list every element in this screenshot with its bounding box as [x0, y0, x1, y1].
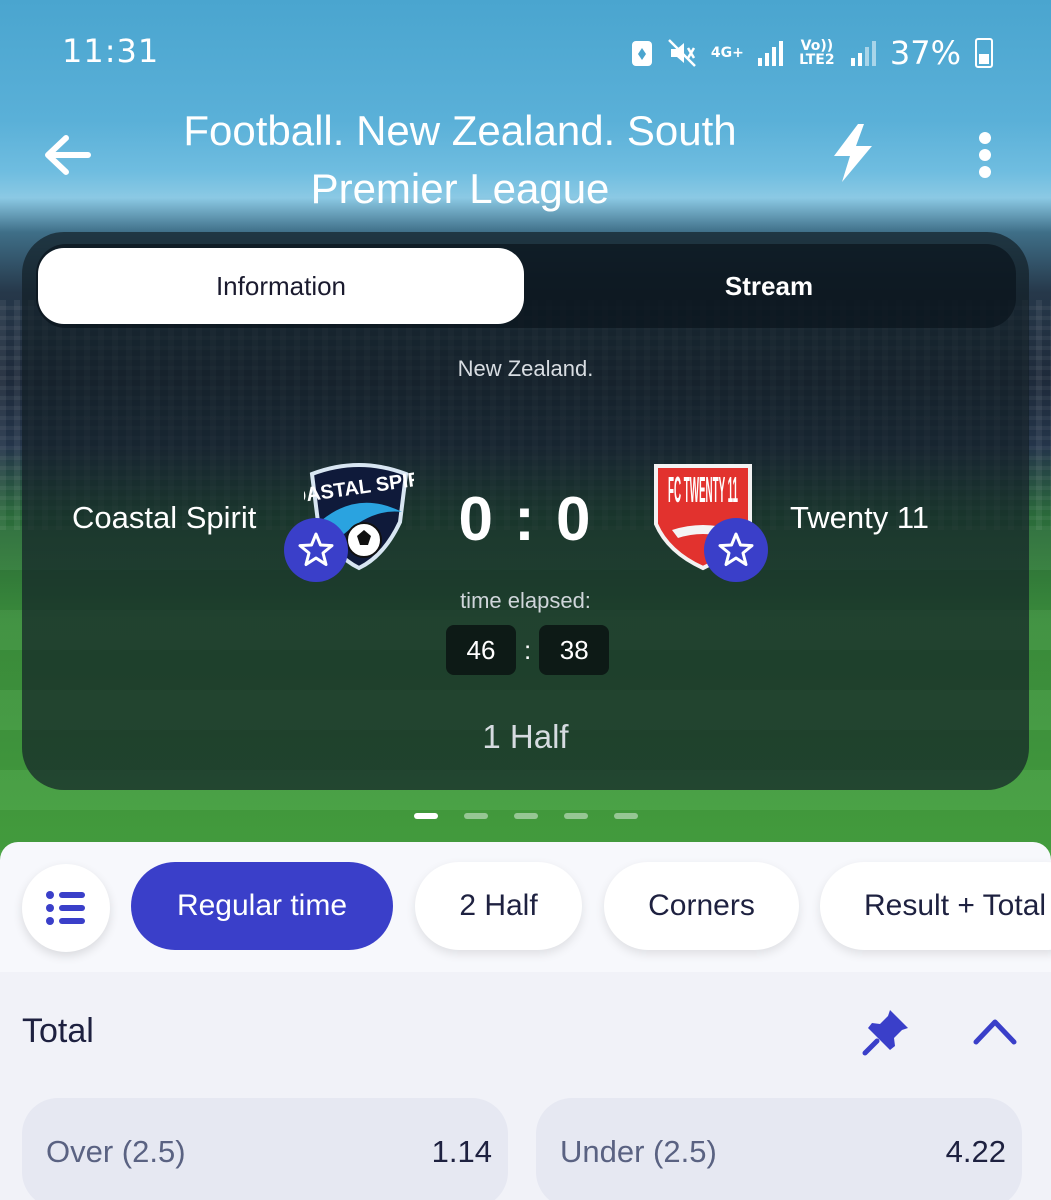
info-tabs: Information Stream: [36, 244, 1016, 328]
market-title: Total: [22, 1012, 94, 1050]
carousel-indicator: [414, 813, 638, 819]
outcome-label: Under (2.5): [560, 1134, 717, 1169]
list-icon: [46, 891, 85, 925]
carousel-dot[interactable]: [414, 813, 438, 819]
app-notification-icon: [631, 38, 653, 68]
market-filter-bar: Regular time 2 Half Corners Result + Tot…: [0, 842, 1051, 972]
carousel-dot[interactable]: [514, 813, 538, 819]
status-clock: 11:31: [62, 32, 160, 70]
network-4g-label: 4G+: [710, 45, 744, 61]
mute-icon: [667, 38, 697, 68]
app-header: Football. New Zealand. South Premier Lea…: [0, 100, 1051, 215]
status-bar: 11:31 4G+ Vo)) LTE2 37%: [0, 22, 1051, 78]
collapse-market-button[interactable]: [970, 1012, 1020, 1048]
timer-seconds: 38: [539, 625, 610, 675]
lightning-icon: [834, 124, 872, 182]
outcome-under[interactable]: Under (2.5) 4.22: [536, 1098, 1022, 1200]
away-logo-text: FC TWENTY 11: [668, 469, 738, 510]
battery-percent: 37%: [889, 34, 961, 72]
away-team-name: Twenty 11: [790, 500, 930, 535]
pin-icon: [862, 1010, 908, 1056]
outcome-label: Over (2.5): [46, 1134, 186, 1169]
away-favorite-button[interactable]: [704, 518, 768, 582]
match-timer: 46 : 38: [446, 625, 610, 675]
market-list-button[interactable]: [22, 864, 110, 952]
chevron-up-icon: [973, 1019, 1017, 1045]
carousel-dot[interactable]: [464, 813, 488, 819]
signal-strength-icon: [757, 40, 783, 66]
pin-market-button[interactable]: [862, 1006, 912, 1056]
page-title: Football. New Zealand. South Premier Lea…: [183, 107, 737, 212]
carousel-dot[interactable]: [564, 813, 588, 819]
match-card: Information Stream New Zealand. Coastal …: [22, 232, 1029, 790]
filter-chip-regular-time[interactable]: Regular time: [131, 862, 393, 950]
market-total: Total Over (2.5) 1.14 Under (2.5) 4.22: [0, 972, 1051, 1200]
filter-chip-result-total[interactable]: Result + Total: [820, 862, 1051, 950]
carousel-dot[interactable]: [614, 813, 638, 819]
tab-stream[interactable]: Stream: [526, 248, 1012, 324]
back-button[interactable]: [40, 130, 96, 180]
signal-strength-2-icon: [850, 40, 876, 66]
filter-chip-2-half[interactable]: 2 Half: [415, 862, 582, 950]
match-country: New Zealand.: [457, 356, 594, 381]
more-vert-icon: [979, 132, 991, 178]
outcome-odds: 1.14: [431, 1134, 492, 1169]
match-period: 1 Half: [482, 718, 569, 755]
status-icons: 4G+ Vo)) LTE2 37%: [631, 34, 993, 72]
volte-label: Vo)) LTE2: [799, 38, 835, 68]
star-outline-icon: [718, 532, 754, 566]
tab-information[interactable]: Information: [38, 248, 524, 324]
elapsed-label: time elapsed:: [460, 588, 591, 613]
more-options-button[interactable]: [968, 130, 1002, 180]
timer-separator: :: [524, 634, 532, 665]
filter-chip-corners[interactable]: Corners: [604, 862, 799, 950]
timer-minutes: 46: [446, 625, 516, 675]
outcome-over[interactable]: Over (2.5) 1.14: [22, 1098, 508, 1200]
back-arrow-icon: [45, 135, 91, 175]
battery-icon: [975, 38, 993, 68]
quick-bet-button[interactable]: [826, 122, 878, 184]
outcome-odds: 4.22: [945, 1134, 1006, 1169]
